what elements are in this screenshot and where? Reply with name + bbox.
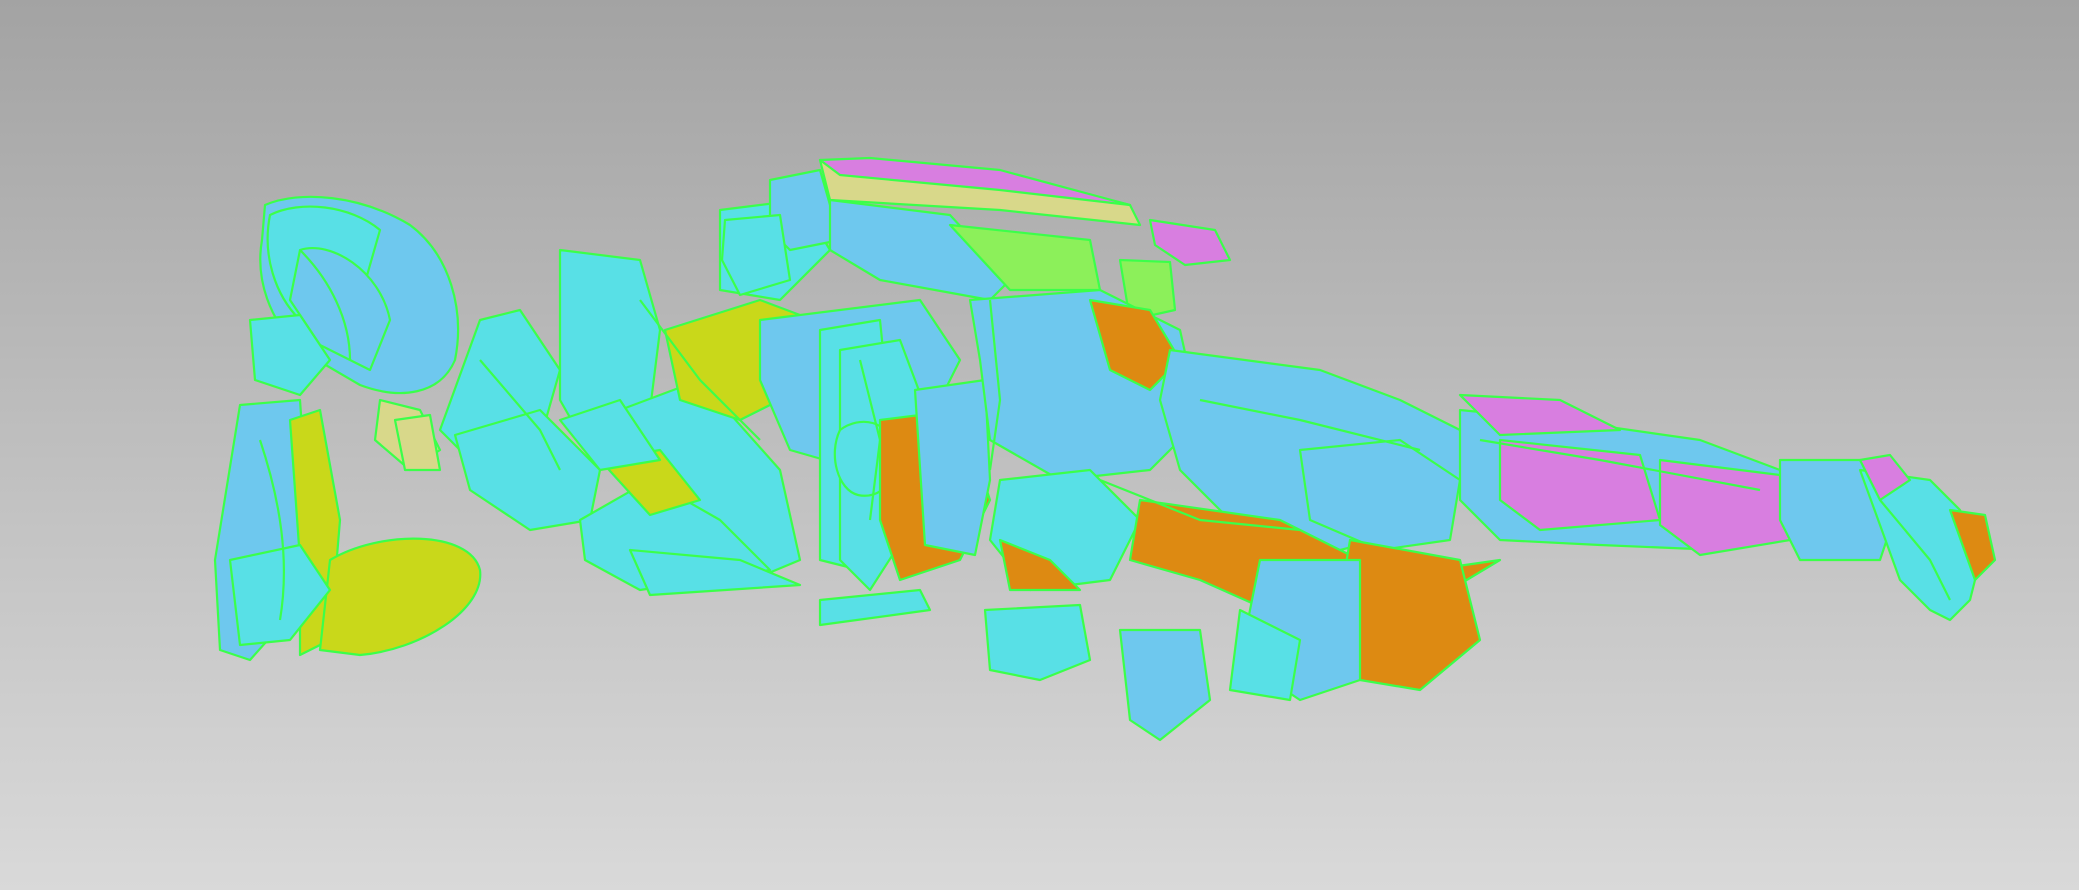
waist-block-patch bbox=[913, 378, 992, 557]
elbow-patch bbox=[318, 537, 482, 657]
fragment-b bbox=[983, 603, 1092, 682]
3d-viewport[interactable] bbox=[0, 0, 2079, 890]
arm-patch-group bbox=[213, 398, 482, 662]
fragment-a bbox=[818, 588, 932, 627]
magenta-tip-patch bbox=[1148, 218, 1232, 267]
fragment-c bbox=[1118, 628, 1212, 742]
shin-magenta-patch bbox=[1498, 438, 1662, 532]
scan-mesh[interactable] bbox=[0, 0, 2079, 890]
